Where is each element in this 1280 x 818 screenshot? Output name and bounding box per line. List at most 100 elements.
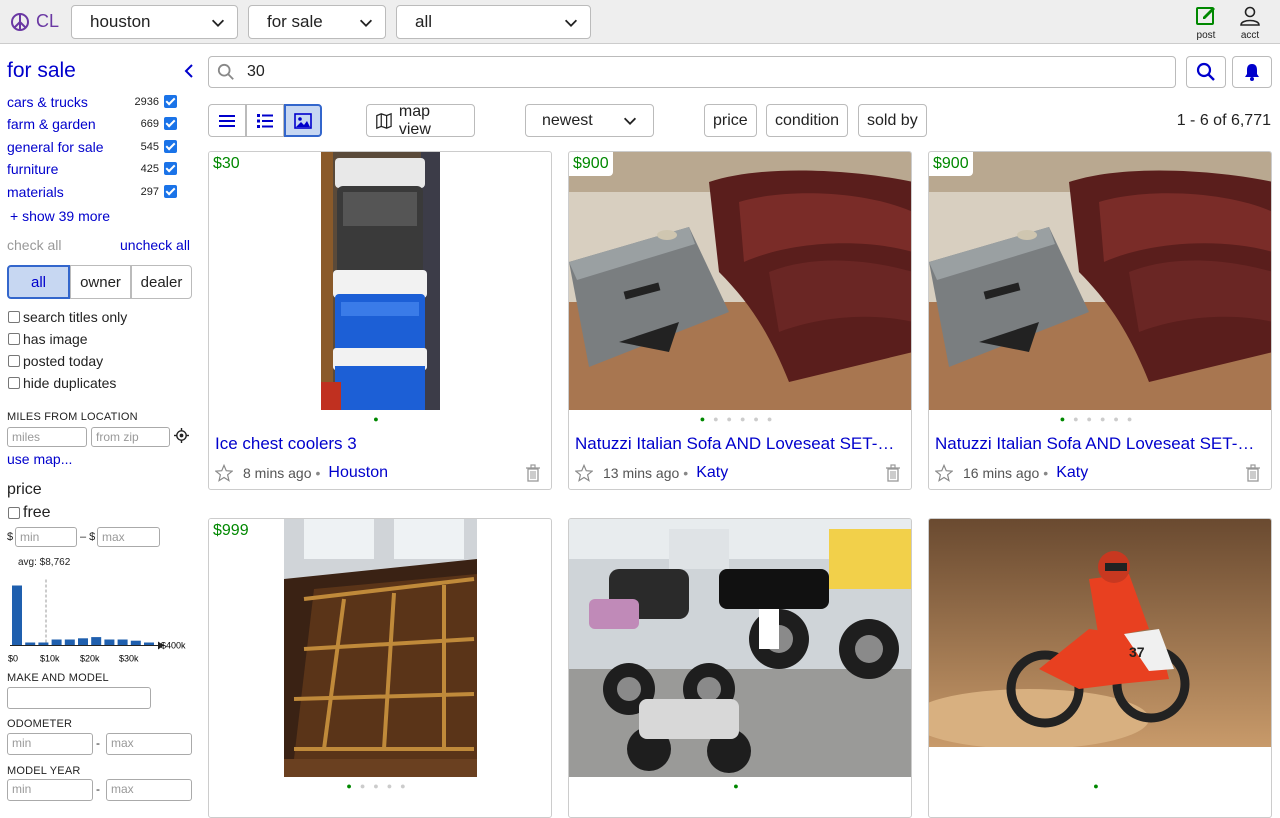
trash-icon[interactable] (525, 464, 541, 482)
category-checkbox[interactable] (164, 162, 177, 175)
listing-location[interactable]: Katy (1056, 464, 1088, 482)
category-name[interactable]: furniture (7, 161, 58, 177)
thumb-view-button[interactable] (246, 104, 284, 137)
listing-location[interactable]: Houston (328, 464, 388, 482)
locate-icon[interactable] (174, 428, 189, 443)
category-checkbox[interactable] (164, 140, 177, 153)
listing-card[interactable]: $900 ●●●●●● Natuzzi Italian Sofa AND Lov… (568, 151, 912, 490)
gallery-view-button[interactable] (284, 104, 322, 137)
category-filter-item[interactable]: general for sale 545 (7, 139, 177, 159)
listing-title[interactable]: Ice chest coolers 3 (215, 434, 545, 454)
category-filter-item[interactable]: farm & garden 669 (7, 116, 177, 136)
seller-dealer-button[interactable]: dealer (131, 265, 192, 299)
category-name[interactable]: materials (7, 184, 64, 200)
listing-image[interactable] (284, 519, 477, 777)
category-checkbox[interactable] (164, 95, 177, 108)
sold-by-filter-button[interactable]: sold by (858, 104, 927, 137)
alert-button[interactable] (1232, 56, 1272, 88)
hist-max-label: $400k (161, 641, 186, 651)
image-pager[interactable]: ● (929, 781, 1271, 791)
zip-input[interactable]: from zip (91, 427, 170, 447)
condition-filter-button[interactable]: condition (766, 104, 849, 137)
search-button[interactable] (1186, 56, 1226, 88)
star-icon[interactable] (215, 464, 233, 482)
listing-image[interactable] (321, 152, 440, 410)
has-image-option[interactable]: has image (8, 331, 88, 347)
image-pager[interactable]: ●●●●●● (929, 414, 1271, 424)
price-max-input[interactable]: max (97, 527, 160, 547)
listing-title[interactable]: Natuzzi Italian Sofa AND Loveseat SET-De… (575, 434, 905, 454)
trash-icon[interactable] (1245, 464, 1261, 482)
list-view-button[interactable] (208, 104, 246, 137)
check-all-link[interactable]: check all (7, 237, 61, 253)
account-button[interactable]: acct (1230, 4, 1270, 41)
price-filter-button[interactable]: price (704, 104, 757, 137)
category-name[interactable]: general for sale (7, 139, 104, 155)
seller-owner-button[interactable]: owner (70, 265, 131, 299)
map-view-button[interactable]: map view (366, 103, 475, 138)
price-min-input[interactable]: min (15, 527, 77, 547)
make-model-input[interactable] (7, 687, 151, 709)
listing-time: 16 mins ago (963, 465, 1040, 481)
show-more-link[interactable]: + show 39 more (10, 208, 110, 224)
checkbox[interactable] (8, 355, 20, 367)
odometer-min-input[interactable]: min (7, 733, 93, 755)
map-icon (376, 112, 392, 129)
peace-icon (11, 12, 29, 31)
checkbox[interactable] (8, 507, 20, 519)
image-pager[interactable]: ● (569, 781, 911, 791)
search-titles-option[interactable]: search titles only (8, 309, 127, 325)
category-filter-item[interactable]: furniture 425 (7, 161, 177, 181)
listing-image[interactable] (569, 519, 911, 777)
craigslist-logo[interactable]: CL (10, 11, 59, 32)
search-input[interactable]: 30 (208, 56, 1176, 88)
image-pager[interactable]: ●●●●● (209, 781, 551, 791)
uncheck-all-link[interactable]: uncheck all (120, 237, 190, 253)
checkbox[interactable] (8, 311, 20, 323)
listing-price: $30 (209, 152, 244, 176)
listing-card[interactable]: ● (568, 518, 912, 818)
checkbox[interactable] (8, 377, 20, 389)
listing-time: 8 mins ago (243, 465, 312, 481)
miles-input[interactable]: miles (7, 427, 87, 447)
star-icon[interactable] (935, 464, 953, 482)
hist-tick-3: $30k (119, 654, 139, 664)
image-pager[interactable]: ● (209, 414, 551, 424)
checkbox[interactable] (8, 333, 20, 345)
listing-card[interactable]: $30 ● Ice chest coolers 3 8 mins ago • H… (208, 151, 552, 490)
trash-icon[interactable] (885, 464, 901, 482)
sort-select[interactable]: newest (525, 104, 654, 137)
listing-title[interactable]: Natuzzi Italian Sofa AND Loveseat SET-De… (935, 434, 1265, 454)
listing-image[interactable] (569, 152, 911, 410)
model-year-min-input[interactable]: min (7, 779, 93, 801)
listing-card[interactable]: 37 ● (928, 518, 1272, 818)
category-count: 2936 (134, 96, 159, 108)
model-year-max-input[interactable]: max (106, 779, 192, 801)
listing-image[interactable] (929, 152, 1271, 410)
category-name[interactable]: cars & trucks (7, 94, 88, 110)
category-name[interactable]: farm & garden (7, 116, 96, 132)
option-label: search titles only (23, 309, 128, 325)
collapse-chevron-icon[interactable] (181, 63, 197, 79)
option-label: posted today (23, 353, 104, 369)
location-select[interactable]: houston (71, 5, 238, 39)
listing-image[interactable]: 37 (929, 519, 1271, 747)
hide-duplicates-option[interactable]: hide duplicates (8, 375, 116, 391)
free-option[interactable]: free (8, 504, 51, 522)
category-select[interactable]: for sale (248, 5, 386, 39)
category-checkbox[interactable] (164, 117, 177, 130)
image-pager[interactable]: ●●●●●● (569, 414, 911, 424)
category-filter-item[interactable]: cars & trucks 2936 (7, 94, 177, 114)
seller-all-button[interactable]: all (7, 265, 70, 299)
listing-card[interactable]: $900 ●●●●●● Natuzzi Italian Sofa AND Lov… (928, 151, 1272, 490)
posted-today-option[interactable]: posted today (8, 353, 103, 369)
listing-location[interactable]: Katy (696, 464, 728, 482)
use-map-link[interactable]: use map... (7, 451, 72, 467)
star-icon[interactable] (575, 464, 593, 482)
category-checkbox[interactable] (164, 185, 177, 198)
post-button[interactable]: post (1186, 4, 1226, 41)
subcategory-select[interactable]: all (396, 5, 591, 39)
listing-card[interactable]: $999 ●●●●● (208, 518, 552, 818)
category-filter-item[interactable]: materials 297 (7, 184, 177, 204)
odometer-max-input[interactable]: max (106, 733, 192, 755)
